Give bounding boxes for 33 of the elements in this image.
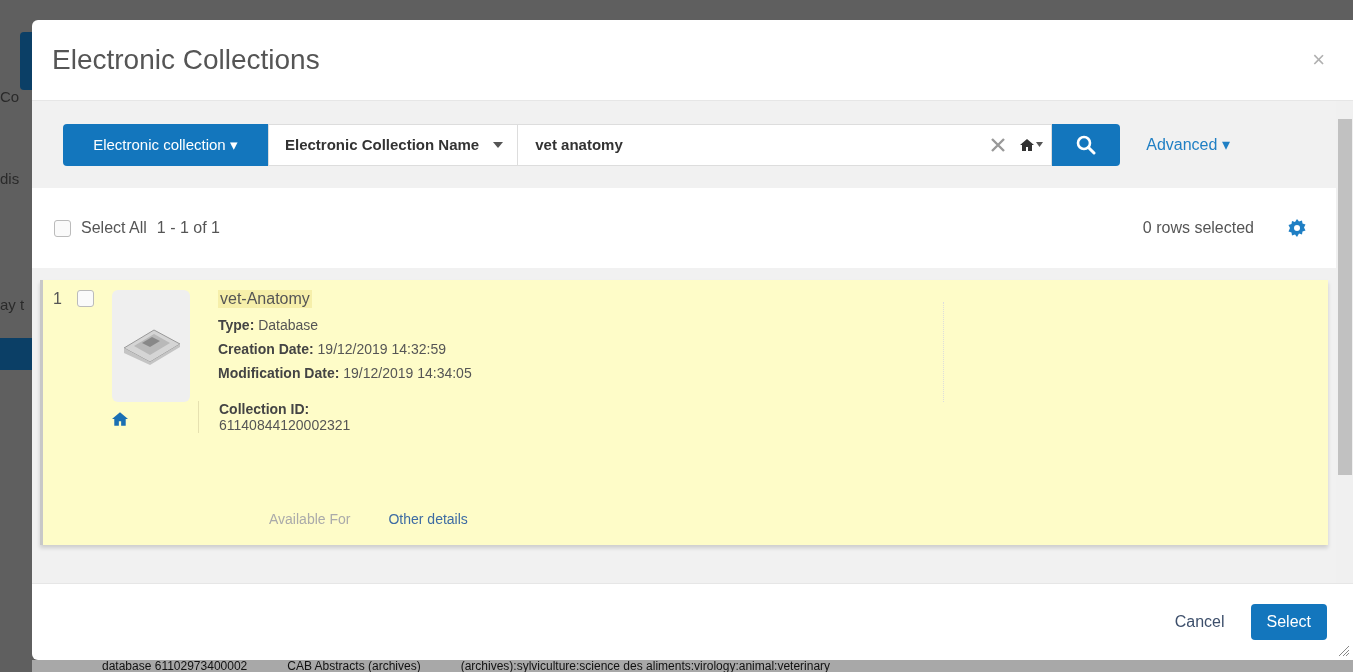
caret-icon <box>493 141 504 148</box>
search-icon <box>1076 134 1097 155</box>
search-field[interactable]: vet anatomy <box>517 123 1053 166</box>
background-text: (archives):sylviculture:science des aliments:virology:animal:veterinary <box>460 660 831 672</box>
advanced-link[interactable]: Advanced ▾ <box>1146 135 1230 154</box>
select-all-label: Select All <box>81 219 147 237</box>
collection-id-value: 61140844120002321 <box>219 417 352 433</box>
home-icon <box>112 412 128 426</box>
dialog-title: Electronic Collections <box>52 44 320 76</box>
result-field: Modification Date: 19/12/2019 14:34:05 <box>218 361 948 385</box>
result-field: Type: Database <box>218 313 948 337</box>
background-text: CAB Abstracts (archives) <box>287 660 421 672</box>
select-all-checkbox[interactable] <box>54 219 71 237</box>
search-button[interactable] <box>1052 123 1121 166</box>
select-button[interactable]: Select <box>1250 604 1327 640</box>
settings-icon[interactable] <box>1288 219 1306 237</box>
cancel-button[interactable]: Cancel <box>1168 612 1231 632</box>
background-text: database 61102973400002 <box>102 660 248 672</box>
row-number: 1 <box>53 290 63 308</box>
collection-id-label: Collection ID: <box>219 401 311 417</box>
result-range: 1 - 1 of 1 <box>156 219 220 237</box>
clear-icon[interactable] <box>990 136 1007 153</box>
search-field-dropdown[interactable]: Electronic Collection Name <box>268 123 518 166</box>
resize-grip-icon[interactable] <box>1339 646 1349 656</box>
search-input[interactable]: vet anatomy <box>533 135 991 154</box>
scrollbar[interactable] <box>1336 101 1353 583</box>
result-field: Creation Date: 19/12/2019 14:32:59 <box>218 337 948 361</box>
search-scope-dropdown[interactable]: Electronic collection ▾ <box>63 123 268 166</box>
home-dropdown-icon[interactable] <box>1020 138 1044 151</box>
result-title[interactable]: vet-Anatomy <box>218 290 312 308</box>
row-checkbox[interactable] <box>77 290 94 307</box>
rows-selected-count: 0 rows selected <box>1142 219 1254 237</box>
details-tab[interactable]: Other details <box>388 511 468 527</box>
